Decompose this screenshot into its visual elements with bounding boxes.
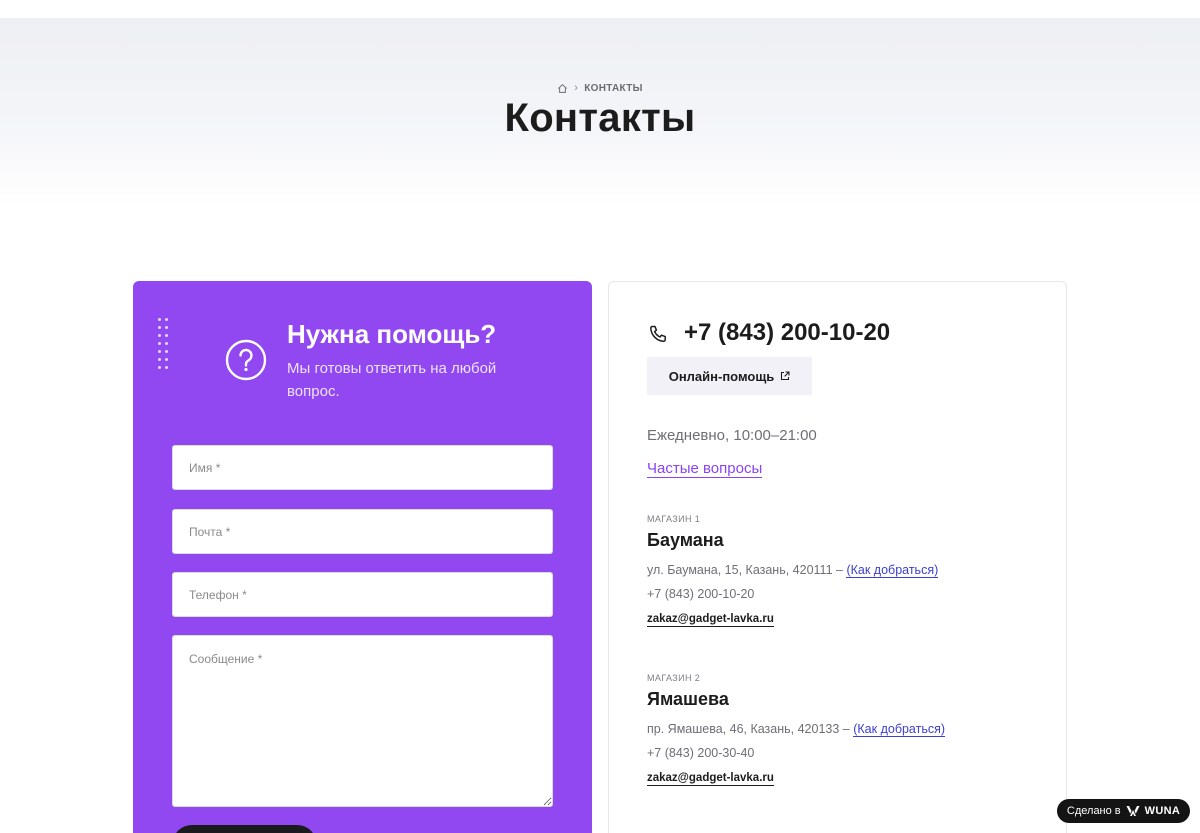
online-help-label: Онлайн-помощь <box>668 368 775 384</box>
contacts-card: +7 (843) 200-10-20 Онлайн-помощь Ежеднев… <box>608 281 1067 833</box>
help-subtitle: Мы готовы ответить на любой вопрос. <box>287 360 497 400</box>
breadcrumb-separator: › <box>574 82 579 94</box>
phone-icon <box>648 324 668 344</box>
store-card: МАГАЗИН 1 Баумана ул. Баумана, 15, Казан… <box>647 514 1047 627</box>
store-address: ул. Баумана, 15, Казань, 420111 – (Как д… <box>647 563 1047 578</box>
store-address-text: ул. Баумана, 15, Казань, 420111 – <box>647 563 843 577</box>
email-input[interactable] <box>172 509 553 554</box>
made-in-text: Сделано в <box>1066 805 1121 817</box>
wuna-logo-icon <box>1126 805 1140 817</box>
store-label: МАГАЗИН 2 <box>647 673 701 683</box>
help-title: Нужна помощь? <box>287 319 497 349</box>
help-form-card: Нужна помощь? Мы готовы ответить на любо… <box>133 281 592 833</box>
message-textarea[interactable] <box>172 635 553 807</box>
store-email-link[interactable]: zakaz@gadget-lavka.ru <box>647 771 774 786</box>
store-name: Баумана <box>647 530 724 550</box>
external-link-icon <box>780 371 790 381</box>
route-link[interactable]: (Как добраться) <box>846 563 939 578</box>
page-title: Контакты <box>504 96 696 140</box>
name-input[interactable] <box>172 445 553 490</box>
brand-name: WUNA <box>1144 805 1181 817</box>
main-phone-link[interactable]: +7 (843) 200-10-20 <box>684 319 890 347</box>
made-with-wuna-badge[interactable]: Сделано в WUNA <box>1057 799 1190 823</box>
breadcrumb-current: КОНТАКТЫ <box>584 82 643 94</box>
phone-input[interactable] <box>172 572 553 617</box>
working-hours: Ежедневно, 10:00–21:00 <box>647 427 817 444</box>
home-icon[interactable] <box>557 83 568 94</box>
store-phone[interactable]: +7 (843) 200-10-20 <box>647 587 1047 601</box>
online-help-button[interactable]: Онлайн-помощь <box>647 357 812 395</box>
store-phone[interactable]: +7 (843) 200-30-40 <box>647 746 1047 760</box>
faq-link[interactable]: Частые вопросы <box>647 460 763 478</box>
store-email-link[interactable]: zakaz@gadget-lavka.ru <box>647 612 774 627</box>
store-name: Ямашева <box>647 689 729 709</box>
store-address-text: пр. Ямашева, 46, Казань, 420133 – <box>647 722 850 736</box>
submit-button[interactable] <box>172 825 317 833</box>
question-circle-icon <box>225 339 267 381</box>
store-address: пр. Ямашева, 46, Казань, 420133 – (Как д… <box>647 722 1047 737</box>
route-link[interactable]: (Как добраться) <box>853 722 946 737</box>
decorative-dots <box>158 318 170 376</box>
breadcrumb: › КОНТАКТЫ <box>0 82 1200 94</box>
store-label: МАГАЗИН 1 <box>647 514 701 524</box>
store-card: МАГАЗИН 2 Ямашева пр. Ямашева, 46, Казан… <box>647 673 1047 786</box>
